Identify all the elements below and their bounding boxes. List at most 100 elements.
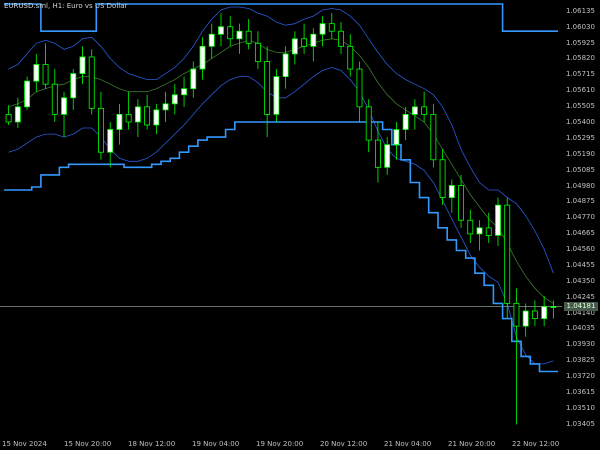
current-price-label: 1.04181	[564, 302, 598, 311]
candle-body	[181, 88, 187, 96]
price-tick-label: 1.03615	[566, 387, 595, 396]
candle-body	[70, 73, 77, 99]
candle-body	[291, 38, 298, 55]
candle-body	[218, 26, 224, 35]
price-tick-label: 1.03825	[566, 356, 595, 365]
candle-body	[79, 56, 86, 74]
candle-body	[98, 107, 104, 153]
candle-body	[245, 30, 252, 44]
symbol-title: EURUSD.sml, H1: Euro vs US Dollar	[4, 2, 128, 10]
price-tick-label: 1.03405	[566, 419, 595, 428]
candle-body	[365, 106, 372, 141]
candle-body	[51, 83, 58, 115]
candle-body	[33, 64, 40, 82]
time-axis[interactable]: 15 Nov 2024 15 Nov 20:00 18 Nov 12:00 19 No…	[0, 436, 562, 450]
time-tick-label: 22 Nov 12:00	[512, 440, 560, 448]
candle-body	[273, 76, 280, 115]
candle-body	[162, 103, 169, 111]
price-axis[interactable]: 1.06135 1.06030 1.05925 1.05820 1.05715 1.056…	[562, 0, 600, 450]
candle-body	[458, 185, 464, 221]
candle-body	[485, 227, 492, 236]
price-tick-label: 1.03720	[566, 372, 595, 380]
candle-body	[236, 30, 243, 40]
candle-body	[144, 106, 151, 126]
time-tick-label: 15 Nov 20:00	[64, 440, 112, 448]
candle-body	[301, 38, 308, 47]
price-tick-label: 1.06135	[566, 6, 595, 15]
candle-body	[116, 114, 123, 130]
price-tick-label: 1.04875	[566, 197, 595, 206]
inner-band-lower-line	[8, 67, 554, 365]
candle-body	[227, 26, 234, 40]
candle-body	[384, 144, 391, 168]
candle-body	[448, 185, 455, 198]
candle-body	[393, 129, 400, 146]
candle-body	[254, 42, 261, 62]
price-tick-label: 1.05820	[566, 54, 595, 63]
candle-body	[310, 33, 317, 47]
candle-body	[134, 106, 141, 123]
candle-body	[14, 106, 21, 123]
time-tick-label: 21 Nov 04:00	[384, 440, 432, 448]
candle-body	[171, 94, 178, 105]
price-tick-label: 1.05505	[566, 102, 595, 111]
price-tick-label: 1.05295	[566, 133, 595, 142]
candle-body	[504, 204, 511, 304]
candle-body	[328, 23, 335, 32]
candle-body	[208, 33, 215, 47]
candle-body	[476, 227, 483, 235]
candle-body	[531, 310, 538, 319]
candle-body	[24, 80, 31, 108]
price-tick-label: 1.05925	[566, 38, 595, 47]
price-tick-label: 1.04665	[566, 229, 595, 238]
candle-body	[375, 139, 381, 168]
price-tick-label: 1.05400	[566, 118, 595, 126]
price-tick-label: 1.04770	[566, 213, 595, 222]
price-tick-label: 1.05085	[566, 165, 595, 174]
candle-body	[439, 159, 446, 198]
channel-lower-line	[4, 121, 558, 373]
candle-body	[153, 109, 160, 126]
price-tick-label: 1.04035	[566, 324, 595, 333]
candle-body	[411, 106, 418, 115]
price-tick-label: 1.04560	[566, 245, 595, 253]
candle-body	[513, 303, 520, 327]
time-tick-label: 19 Nov 04:00	[192, 440, 240, 448]
time-tick-label: 19 Nov 20:00	[256, 440, 304, 448]
time-tick-label: 20 Nov 12:00	[320, 440, 368, 448]
candle-body	[338, 30, 344, 47]
candle-body	[467, 219, 474, 235]
price-tick-label: 1.04245	[566, 292, 595, 301]
price-tick-label: 1.06030	[566, 22, 595, 31]
price-tick-label: 1.04455	[566, 260, 595, 269]
candle-body	[282, 53, 289, 77]
price-tick-label: 1.04980	[566, 181, 595, 190]
price-tick-label: 1.03510	[566, 403, 595, 412]
candle-body	[550, 306, 557, 308]
candle-body	[495, 204, 501, 236]
candle-body	[88, 56, 95, 109]
candle-body	[541, 306, 548, 319]
candle-body	[61, 97, 67, 115]
candle-body	[421, 106, 428, 115]
time-tick-label: 18 Nov 12:00	[128, 440, 176, 448]
price-tick-label: 1.05715	[566, 70, 595, 79]
candle-body	[402, 114, 409, 130]
candle-body	[430, 114, 437, 161]
candle-body	[199, 45, 206, 70]
price-tick-label: 1.03930	[566, 340, 595, 349]
candle-body	[107, 129, 114, 153]
candle-body	[522, 310, 529, 327]
candle-body	[264, 61, 271, 115]
chart-window[interactable]: EURUSD.sml, H1: Euro vs US Dollar 1.0613…	[0, 0, 600, 450]
price-tick-label: 1.05610	[566, 86, 595, 95]
price-tick-label: 1.05190	[566, 149, 595, 158]
candle-body	[356, 68, 363, 108]
price-chart[interactable]	[0, 0, 600, 450]
candle-body	[125, 114, 132, 123]
candle-body	[190, 68, 197, 90]
price-tick-label: 1.04350	[566, 276, 595, 285]
candle-body	[319, 23, 326, 35]
candle-body	[42, 64, 49, 85]
candle-body	[347, 45, 354, 70]
